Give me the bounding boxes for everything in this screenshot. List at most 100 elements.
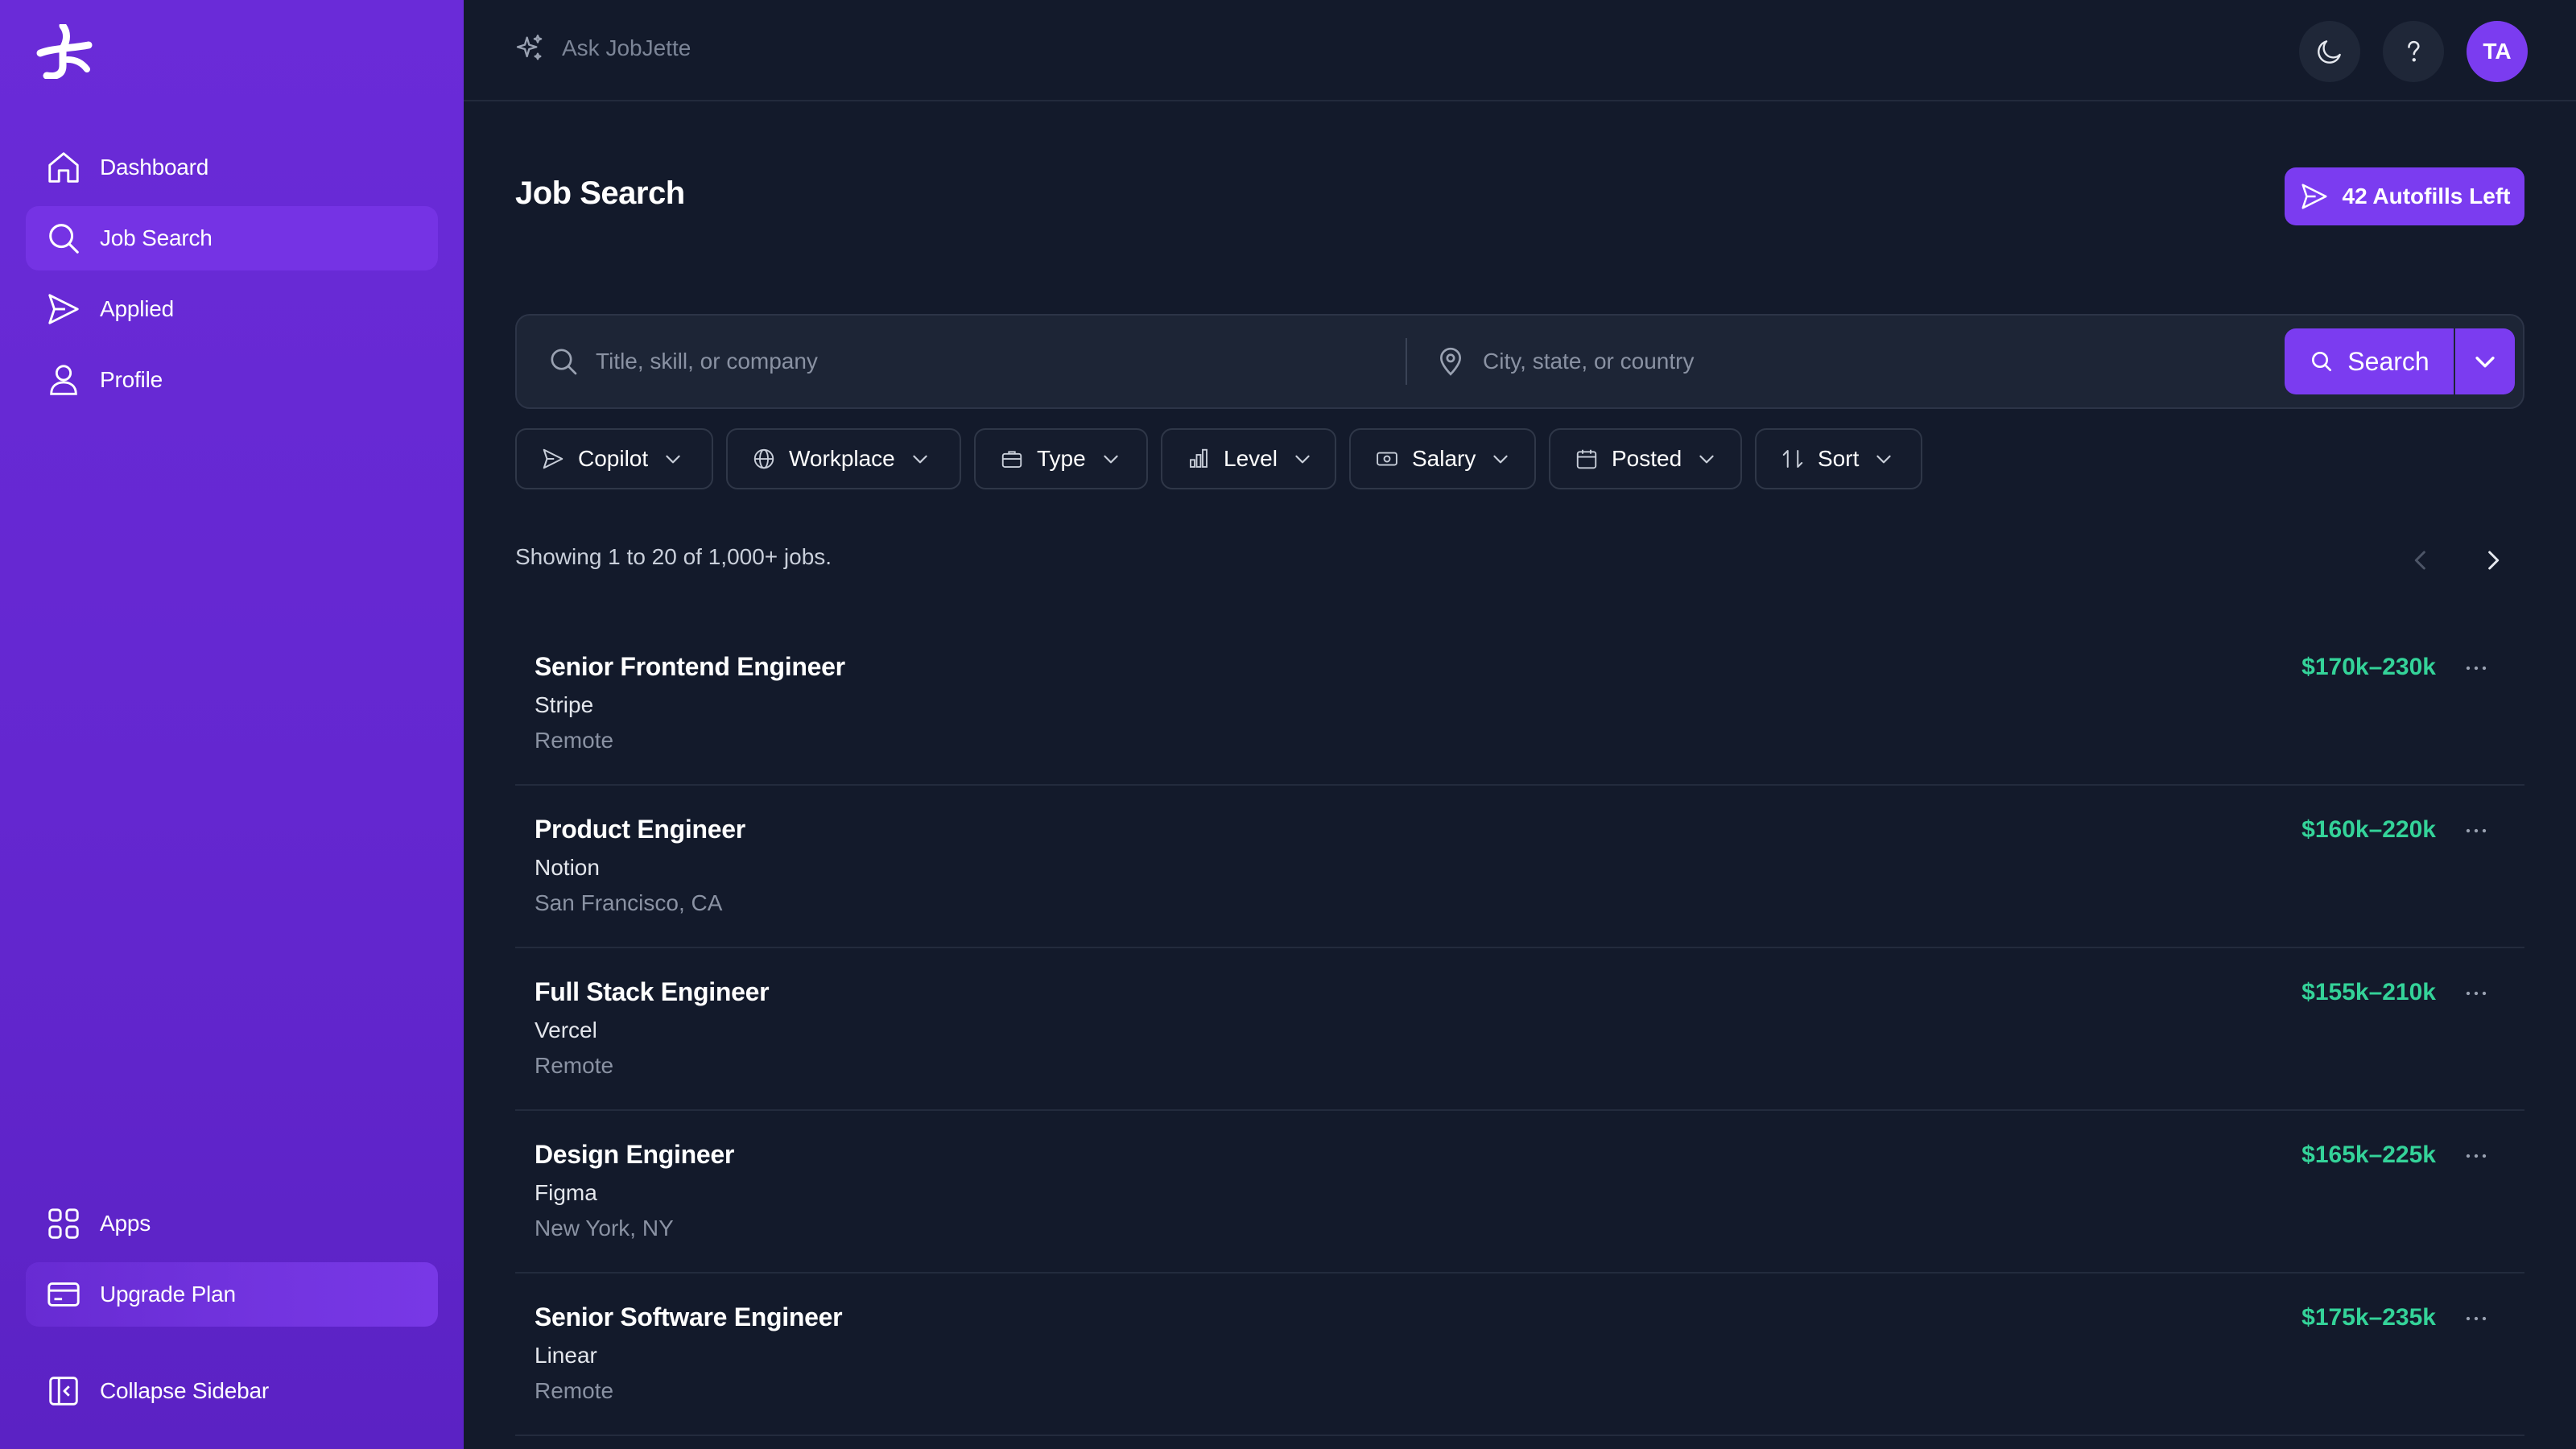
chevron-down-icon xyxy=(910,448,931,469)
filter-type[interactable]: Type xyxy=(974,428,1148,489)
filter-label: Sort xyxy=(1818,446,1860,471)
sidebar-item-apps[interactable]: Apps xyxy=(26,1191,438,1256)
search-options-dropdown[interactable] xyxy=(2455,328,2515,394)
filter-label: Type xyxy=(1037,446,1086,471)
dark-mode-toggle[interactable] xyxy=(2299,21,2360,82)
jobjette-logo[interactable] xyxy=(35,24,93,79)
job-location: New York, NY xyxy=(535,1216,674,1241)
search-button[interactable]: Search xyxy=(2285,328,2454,394)
send-icon xyxy=(541,447,565,471)
job-company: Vercel xyxy=(535,1018,597,1042)
moon-icon xyxy=(2314,36,2345,67)
chevron-down-icon xyxy=(663,448,683,469)
job-location: Remote xyxy=(535,1378,614,1403)
sidebar-item-label: Job Search xyxy=(100,225,213,250)
job-salary: $155k–210k xyxy=(2301,979,2436,1005)
calendar-icon xyxy=(1575,447,1599,471)
ask-jobjette-button[interactable]: Ask JobJette xyxy=(514,32,691,64)
more-options-icon[interactable] xyxy=(2460,652,2492,684)
help-button[interactable] xyxy=(2383,21,2444,82)
chevron-right-icon xyxy=(2476,544,2508,576)
filter-salary[interactable]: Salary xyxy=(1349,428,1536,489)
sidebar-item-dashboard[interactable]: Dashboard xyxy=(26,135,438,200)
more-options-icon[interactable] xyxy=(2460,1140,2492,1172)
title-skill-company-input[interactable] xyxy=(596,349,1288,374)
page-title: Job Search xyxy=(515,175,685,211)
chevron-down-icon xyxy=(1490,448,1511,469)
next-page-button[interactable] xyxy=(2476,544,2508,576)
ask-jobjette-label: Ask JobJette xyxy=(562,35,691,60)
location-input[interactable] xyxy=(1483,349,2175,374)
sidebar-item-profile[interactable]: Profile xyxy=(26,348,438,412)
job-title: Design Engineer xyxy=(535,1140,735,1169)
chevron-down-icon xyxy=(1292,448,1313,469)
job-card[interactable]: Product Engineer Notion San Francisco, C… xyxy=(515,786,2524,948)
job-search-bar: Search xyxy=(515,314,2524,409)
job-title: Senior Software Engineer xyxy=(535,1302,843,1331)
results-count: Showing 1 to 20 of 1,000+ jobs. xyxy=(515,544,832,569)
credit-card-icon xyxy=(45,1276,82,1313)
search-icon xyxy=(45,220,82,257)
sidebar-item-applied[interactable]: Applied xyxy=(26,277,438,341)
location-field xyxy=(1435,316,2175,407)
previous-page-button[interactable] xyxy=(2405,544,2438,576)
filter-sort[interactable]: Sort xyxy=(1755,428,1922,489)
sidebar-item-label: Dashboard xyxy=(100,155,209,180)
job-card[interactable]: Full Stack Engineer Vercel Remote $155k–… xyxy=(515,948,2524,1111)
chevron-down-icon xyxy=(2471,348,2499,375)
sidebar-item-label: Applied xyxy=(100,296,175,321)
collapse-sidebar-button[interactable]: Collapse Sidebar xyxy=(26,1359,438,1423)
help-icon xyxy=(2398,36,2429,67)
filter-posted[interactable]: Posted xyxy=(1549,428,1742,489)
filter-copilot[interactable]: Copilot xyxy=(515,428,713,489)
job-location: Remote xyxy=(535,728,614,753)
topbar: Ask JobJette TA xyxy=(464,0,2576,101)
search-button-label: Search xyxy=(2347,346,2429,376)
user-avatar[interactable]: TA xyxy=(2467,21,2528,82)
job-title: Product Engineer xyxy=(535,815,745,844)
autofills-left-button[interactable]: 42 Autofills Left xyxy=(2285,167,2524,225)
chevron-down-icon xyxy=(1873,448,1894,469)
globe-icon xyxy=(752,447,776,471)
filter-label: Posted xyxy=(1612,446,1682,471)
job-location: San Francisco, CA xyxy=(535,890,723,915)
apps-grid-icon xyxy=(45,1205,82,1242)
job-card[interactable]: Senior Frontend Engineer Stripe Remote $… xyxy=(515,623,2524,786)
job-title: Full Stack Engineer xyxy=(535,977,770,1006)
sidebar: Dashboard Job Search Applied Profile App… xyxy=(0,0,464,1449)
filter-level[interactable]: Level xyxy=(1161,428,1336,489)
home-icon xyxy=(45,149,82,186)
sidebar-item-label: Profile xyxy=(100,367,163,392)
banknote-icon xyxy=(1375,447,1399,471)
job-card[interactable]: Senior Software Engineer Linear Remote $… xyxy=(515,1274,2524,1436)
sidebar-item-label: Apps xyxy=(100,1211,151,1236)
chevron-down-icon xyxy=(1100,448,1121,469)
more-options-icon[interactable] xyxy=(2460,977,2492,1009)
job-location: Remote xyxy=(535,1053,614,1078)
search-divider xyxy=(1406,338,1407,385)
sidebar-item-job-search[interactable]: Job Search xyxy=(26,206,438,270)
sparkles-icon xyxy=(514,32,546,64)
panel-collapse-icon xyxy=(45,1373,82,1410)
sidebar-item-upgrade-plan[interactable]: Upgrade Plan xyxy=(26,1262,438,1327)
job-company: Figma xyxy=(535,1180,597,1205)
bar-chart-icon xyxy=(1187,447,1211,471)
sidebar-item-label: Upgrade Plan xyxy=(100,1282,236,1307)
map-pin-icon xyxy=(1435,345,1467,378)
send-icon xyxy=(2299,181,2330,212)
job-company: Stripe xyxy=(535,692,594,717)
more-options-icon[interactable] xyxy=(2460,815,2492,847)
send-icon xyxy=(45,291,82,328)
more-options-icon[interactable] xyxy=(2460,1302,2492,1335)
filter-label: Copilot xyxy=(578,446,649,471)
user-icon xyxy=(45,361,82,398)
filter-workplace[interactable]: Workplace xyxy=(726,428,961,489)
chevron-left-icon xyxy=(2405,544,2438,576)
autofills-left-label: 42 Autofills Left xyxy=(2342,184,2511,208)
job-card[interactable]: Design Engineer Figma New York, NY $165k… xyxy=(515,1111,2524,1274)
job-title: Senior Frontend Engineer xyxy=(535,652,845,681)
job-salary: $160k–220k xyxy=(2301,816,2436,843)
sort-arrows-icon xyxy=(1781,447,1805,471)
collapse-sidebar-label: Collapse Sidebar xyxy=(100,1378,270,1403)
briefcase-icon xyxy=(1000,447,1024,471)
